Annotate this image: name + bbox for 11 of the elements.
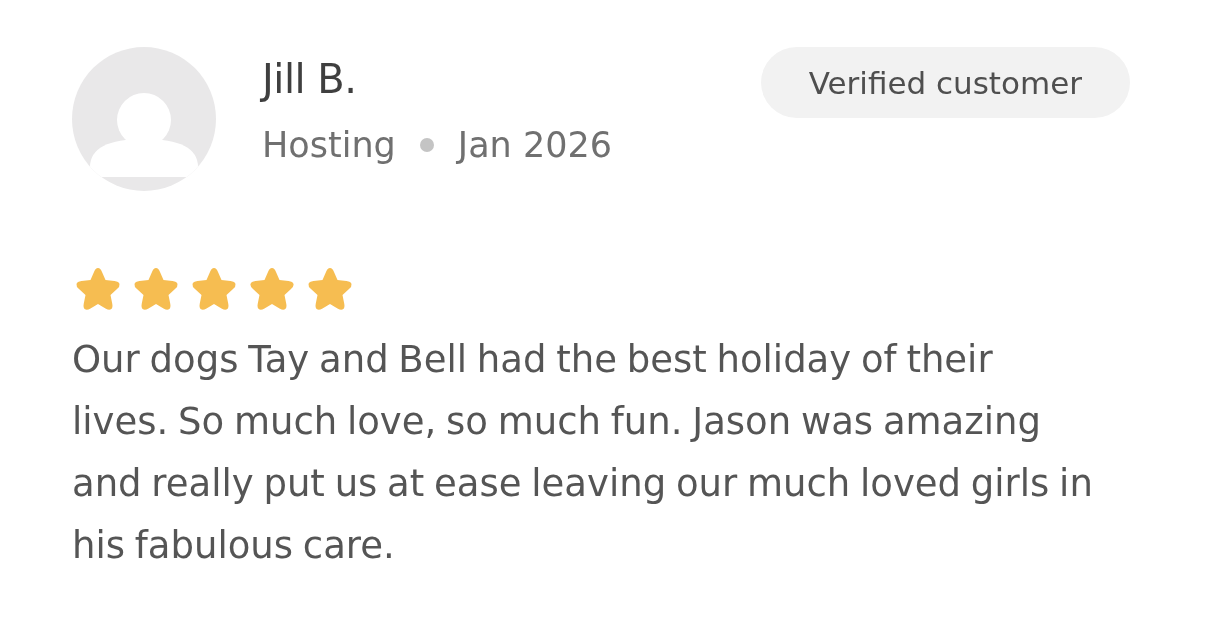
star-icon [190,265,238,311]
star-icon [132,265,180,311]
separator-dot-icon [419,138,434,152]
star-icon [248,265,296,311]
review-date: Jan 2026 [457,124,612,167]
reviewer-name: Jill B. [262,55,358,104]
service-label: Hosting [262,124,396,167]
verified-badge: Verified customer [760,47,1130,118]
star-icon [74,265,122,311]
star-icon [306,265,354,311]
review-text: Our dogs Tay and Bell had the best holiday of their lives. So much love, so much fun. Jason was amazing and really put us at ease leaving our much loved girls in his fabulous care. [72,337,1094,569]
